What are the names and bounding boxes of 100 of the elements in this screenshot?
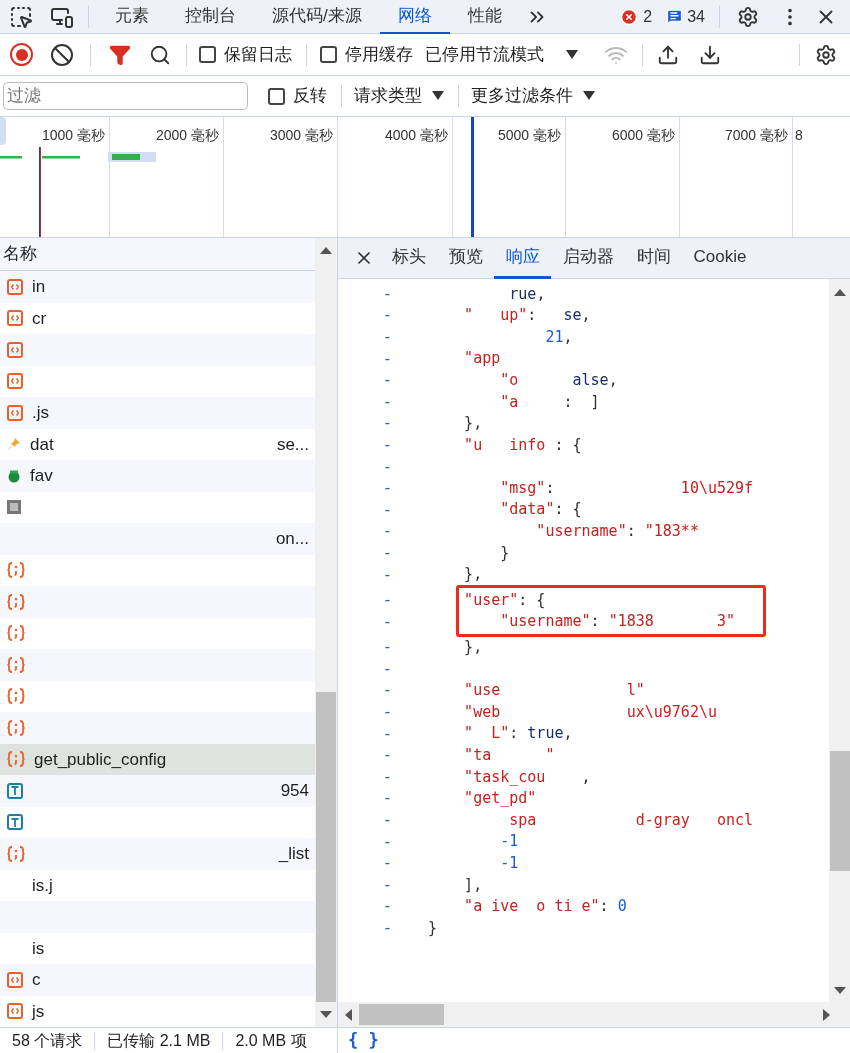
image-file-icon bbox=[7, 500, 21, 515]
scroll-down-icon[interactable] bbox=[320, 1011, 332, 1018]
filter-field[interactable]: 过滤 bbox=[3, 82, 248, 110]
script-file-icon bbox=[7, 373, 23, 390]
panel-tab[interactable]: 源代码/来源 bbox=[254, 0, 380, 34]
name-column-header[interactable]: 名称 bbox=[3, 241, 37, 267]
line-marker: - bbox=[384, 542, 390, 563]
message-count[interactable]: 34 bbox=[687, 4, 705, 29]
filter-icon[interactable] bbox=[109, 43, 131, 66]
detail-tab[interactable]: 标头 bbox=[380, 237, 437, 279]
request-name: get_public_config bbox=[34, 748, 167, 771]
code-line: rue, bbox=[508, 283, 546, 305]
disable-cache-checkbox[interactable]: 停用缓存 bbox=[320, 41, 413, 68]
line-marker: - bbox=[384, 348, 390, 369]
throttling-dropdown[interactable]: 已停用节流模式 bbox=[425, 41, 578, 68]
clear-icon[interactable] bbox=[50, 42, 74, 67]
code-line: ], bbox=[463, 874, 483, 896]
checkbox[interactable] bbox=[268, 87, 285, 105]
line-marker: - bbox=[384, 637, 390, 658]
code-line: "a ive o ti e": 0 bbox=[463, 896, 627, 918]
scroll-up-icon[interactable] bbox=[833, 289, 846, 296]
invert-checkbox[interactable]: 反转 bbox=[268, 83, 327, 109]
checkbox[interactable] bbox=[199, 46, 216, 63]
line-marker: - bbox=[384, 810, 390, 831]
record-button[interactable] bbox=[10, 43, 33, 66]
scrollbar-thumb[interactable] bbox=[829, 751, 850, 871]
request-name-end: 954 bbox=[280, 780, 310, 802]
panel-tab[interactable]: 性能 bbox=[449, 0, 520, 34]
scroll-down-icon[interactable] bbox=[833, 987, 846, 994]
request-row[interactable]: on... bbox=[0, 523, 315, 555]
panel-tab[interactable]: 控制台 bbox=[167, 0, 254, 34]
line-marker: - bbox=[384, 723, 390, 744]
line-marker: - bbox=[384, 853, 390, 874]
scroll-left-icon[interactable] bbox=[345, 1008, 352, 1021]
dropdown-caret-icon bbox=[566, 49, 578, 60]
code-line: } bbox=[499, 542, 510, 564]
request-name: cr bbox=[32, 307, 47, 330]
code-line: " L": true, bbox=[463, 723, 573, 745]
panel-tab[interactable]: 元素 bbox=[97, 0, 167, 34]
request-row[interactable]: .js bbox=[0, 397, 315, 429]
time-tick-label: 4000 毫秒 bbox=[384, 126, 448, 145]
time-tick-label: 7000 毫秒 bbox=[724, 126, 788, 145]
code-line: "data": { bbox=[499, 499, 582, 521]
more-filters-dropdown[interactable]: 更多过滤条件 bbox=[471, 83, 595, 109]
code-line: "o alse, bbox=[499, 369, 618, 391]
time-tick-label: 5000 毫秒 bbox=[497, 126, 561, 145]
line-marker: - bbox=[384, 918, 390, 938]
code-line: " up": se, bbox=[463, 305, 591, 327]
line-marker: - bbox=[384, 283, 390, 304]
request-row[interactable]: _list bbox=[0, 838, 315, 870]
status-text: 已传输 2.1 MB bbox=[107, 1030, 211, 1051]
code-line: "use l" bbox=[463, 680, 645, 702]
scroll-up-icon[interactable] bbox=[320, 247, 332, 254]
code-line: }, bbox=[463, 637, 483, 659]
pretty-print-button[interactable]: { } bbox=[348, 1027, 379, 1053]
detail-tab[interactable]: 启动器 bbox=[551, 237, 625, 279]
error-icon[interactable] bbox=[620, 7, 639, 26]
request-row[interactable]: get_public_config bbox=[0, 743, 315, 775]
code-line: 21, bbox=[544, 326, 573, 348]
line-marker: - bbox=[384, 611, 390, 632]
search-icon[interactable] bbox=[149, 43, 171, 66]
request-row[interactable]: fav bbox=[0, 460, 315, 492]
scrollbar-thumb[interactable] bbox=[316, 692, 336, 1002]
line-marker: - bbox=[384, 702, 390, 723]
network-settings-icon[interactable] bbox=[815, 43, 837, 66]
line-marker: - bbox=[384, 564, 390, 585]
request-name: c bbox=[32, 969, 41, 991]
request-row[interactable]: in bbox=[0, 271, 315, 303]
code-line: "web ux\u9762\u bbox=[463, 701, 717, 723]
code-line: } bbox=[428, 917, 438, 939]
inspect-element-icon[interactable] bbox=[9, 4, 33, 29]
json-file-icon bbox=[7, 751, 25, 768]
scroll-right-icon[interactable] bbox=[823, 1008, 830, 1021]
timeline-handle[interactable] bbox=[0, 117, 6, 145]
detail-tab[interactable]: 预览 bbox=[437, 237, 494, 279]
detail-tab[interactable]: 时间 bbox=[625, 237, 682, 279]
preserve-log-checkbox[interactable]: 保留日志 bbox=[199, 41, 292, 68]
horizontal-scrollbar[interactable] bbox=[338, 1002, 850, 1027]
dropdown-caret-icon bbox=[583, 91, 595, 101]
line-marker: - bbox=[384, 327, 390, 347]
request-name: .js bbox=[32, 402, 49, 424]
import-icon[interactable] bbox=[657, 43, 679, 66]
error-count[interactable]: 2 bbox=[643, 4, 653, 29]
scrollbar-thumb[interactable] bbox=[359, 1004, 444, 1025]
text-file-icon bbox=[7, 782, 23, 799]
request-name-end: se... bbox=[276, 433, 310, 456]
message-icon[interactable] bbox=[666, 8, 684, 25]
request-row[interactable]: 954 bbox=[0, 775, 315, 807]
line-marker: - bbox=[384, 391, 390, 412]
detail-tab[interactable]: Cookie bbox=[682, 237, 758, 279]
export-icon[interactable] bbox=[699, 43, 721, 66]
scrollbar[interactable] bbox=[829, 279, 850, 1002]
line-marker: - bbox=[384, 305, 390, 326]
checkbox[interactable] bbox=[320, 46, 337, 63]
code-line: "username": "1838 3" bbox=[499, 611, 736, 633]
settings-icon[interactable] bbox=[737, 5, 759, 28]
request-row[interactable]: c bbox=[0, 964, 315, 996]
code-line: "get_pd" bbox=[463, 788, 537, 810]
scrollbar[interactable] bbox=[315, 238, 337, 1027]
request-type-dropdown[interactable]: 请求类型 bbox=[354, 83, 444, 109]
